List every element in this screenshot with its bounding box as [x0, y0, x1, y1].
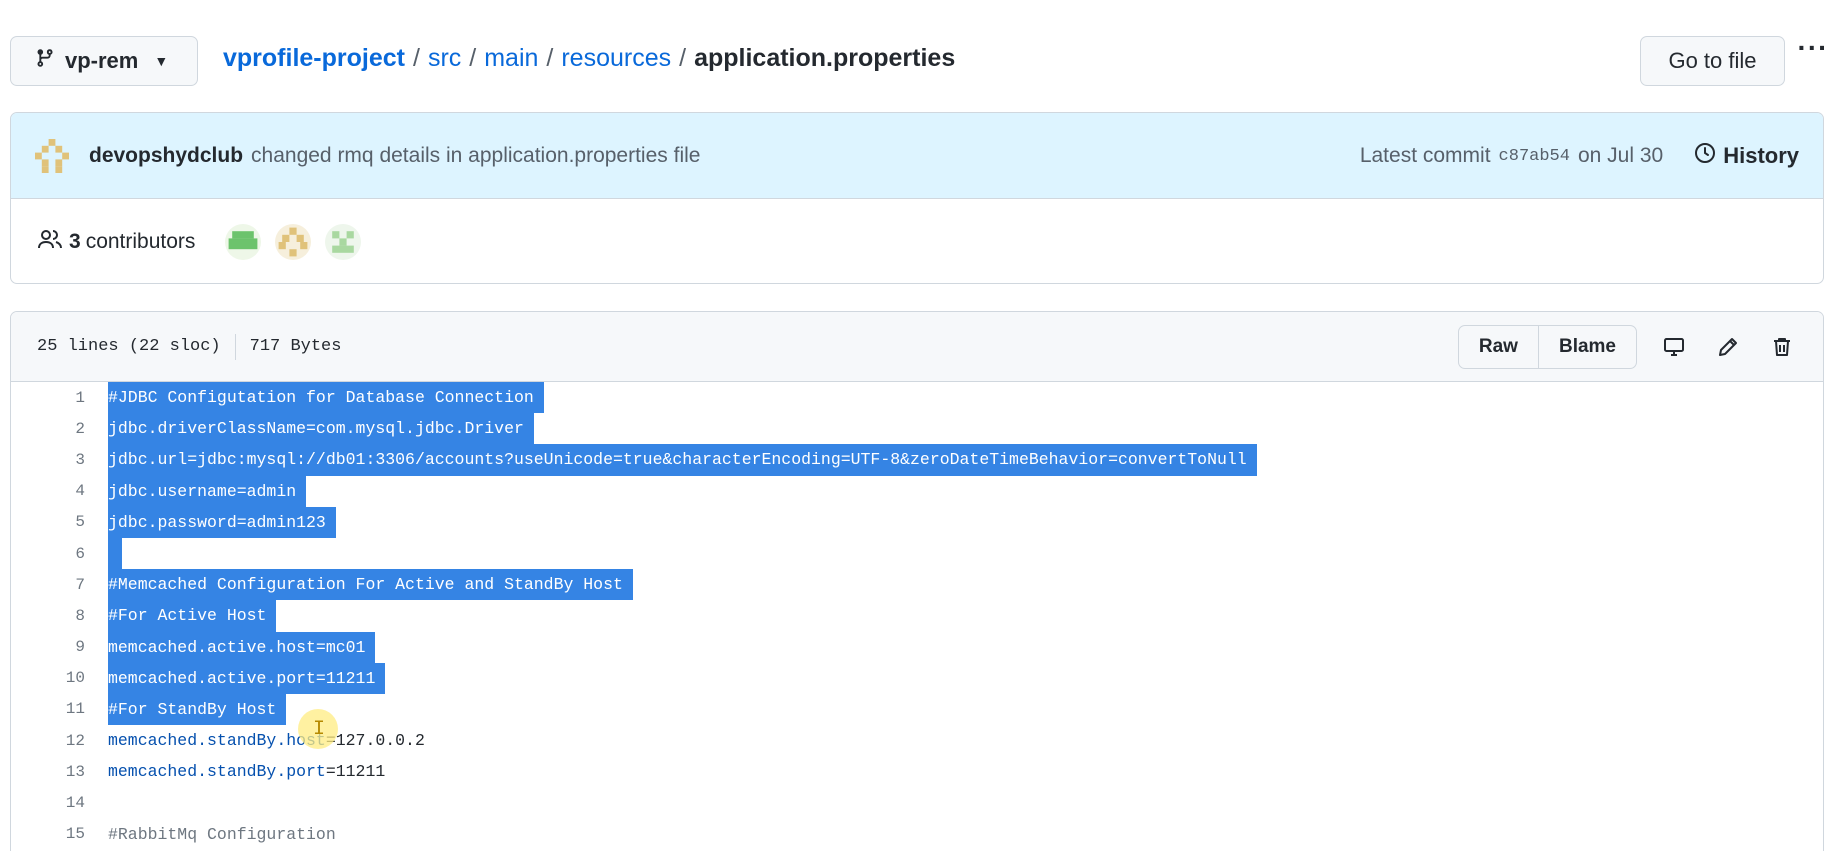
commit-message-link[interactable]: changed rmq details in application.prope… [251, 144, 700, 168]
breadcrumb-separator: / [546, 43, 554, 72]
code-text: jdbc.password=admin123 [108, 506, 336, 538]
code-line: 4 jdbc.username=admin [11, 475, 1823, 507]
contributors-label[interactable]: contributors [86, 230, 196, 254]
breadcrumb-separator: / [412, 43, 420, 72]
line-number[interactable]: 3 [11, 451, 97, 469]
raw-blame-group: Raw Blame [1457, 325, 1637, 369]
branch-name: vp-rem [65, 48, 139, 73]
code-text: #Memcached Configuration For Active and … [108, 569, 633, 601]
code-text: memcached.standBy.port=11211 [108, 756, 395, 787]
breadcrumb-link-main[interactable]: main [484, 44, 538, 73]
commit-meta: Latest commit c87ab54 on Jul 30 History [1360, 113, 1799, 199]
code-text [108, 537, 122, 570]
breadcrumb-current-file: application.properties [694, 43, 956, 72]
line-number[interactable]: 13 [11, 763, 97, 781]
code-line: 1 #JDBC Configutation for Database Conne… [11, 382, 1823, 414]
code-line: 10 memcached.active.port=11211 [11, 662, 1823, 694]
code-line: 8 #For Active Host [11, 600, 1823, 632]
latest-commit-label: Latest commit [1359, 144, 1491, 167]
breadcrumb-link-resources[interactable]: resources [561, 44, 671, 73]
avatar[interactable] [275, 224, 312, 260]
breadcrumb-repo-link[interactable]: vprofile-project [223, 44, 405, 73]
line-number[interactable]: 9 [11, 638, 97, 656]
contributors-count[interactable]: 3 [69, 230, 81, 254]
commit-date: on Jul 30 [1577, 144, 1664, 167]
desktop-icon[interactable] [1647, 335, 1701, 359]
property-key: memcached.standBy.host [108, 731, 326, 751]
breadcrumb-separator: / [469, 43, 477, 72]
code-text: #RabbitMq Configuration [108, 824, 336, 844]
code-text: memcached.standBy.host=127.0.0.2 [108, 725, 435, 756]
file-actions: Raw Blame [1457, 324, 1809, 370]
contributors-row: 3 contributors [11, 199, 1823, 283]
code-line: 15 #RabbitMq Configuration [11, 819, 1823, 850]
code-text: #For Active Host [108, 600, 277, 632]
avatar[interactable] [225, 224, 262, 260]
property-value: =11211 [325, 762, 386, 782]
code-text: jdbc.driverClassName=com.mysql.jdbc.Driv… [108, 413, 534, 445]
line-number[interactable]: 10 [11, 669, 97, 687]
code-text: jdbc.url=jdbc:mysql://db01:3306/accounts… [108, 444, 1257, 476]
code-view[interactable]: 1 #JDBC Configutation for Database Conne… [11, 382, 1823, 850]
more-options-icon[interactable]: ··· [1797, 34, 1829, 72]
file-lines-info: 25 lines (22 sloc) [37, 337, 221, 356]
text-cursor-icon: I [313, 718, 326, 741]
avatar[interactable] [325, 224, 362, 260]
breadcrumb-separator: / [679, 43, 687, 72]
history-button[interactable]: History [1693, 141, 1799, 171]
code-text: #JDBC Configutation for Database Connect… [108, 382, 544, 414]
file-header: 25 lines (22 sloc) 717 Bytes Raw Blame [11, 312, 1823, 382]
code-text: memcached.active.host=mc01 [108, 631, 376, 663]
line-number[interactable]: 6 [11, 545, 97, 563]
history-label: History [1723, 143, 1799, 168]
chevron-down-icon: ▼ [154, 53, 169, 69]
latest-commit-box: devopshydclub changed rmq details in app… [10, 112, 1824, 284]
code-line: 7 #Memcached Configuration For Active an… [11, 569, 1823, 601]
code-line: 5 jdbc.password=admin123 [11, 506, 1823, 538]
code-line: 9 memcached.active.host=mc01 [11, 631, 1823, 663]
trash-icon[interactable] [1755, 335, 1809, 359]
people-icon [37, 228, 63, 256]
line-number[interactable]: 2 [11, 420, 97, 438]
blame-button[interactable]: Blame [1537, 326, 1636, 368]
line-number[interactable]: 14 [11, 794, 97, 812]
git-branch-icon [35, 47, 55, 75]
line-number[interactable]: 5 [11, 513, 97, 531]
line-number[interactable]: 8 [11, 607, 97, 625]
breadcrumb: vprofile-project / src / main / resource… [223, 40, 955, 76]
code-text: jdbc.username=admin [108, 475, 307, 507]
line-number[interactable]: 12 [11, 732, 97, 750]
code-line: 2 jdbc.driverClassName=com.mysql.jdbc.Dr… [11, 413, 1823, 445]
history-icon [1693, 141, 1717, 171]
line-number[interactable]: 1 [11, 389, 97, 407]
line-number[interactable]: 4 [11, 482, 97, 500]
line-number[interactable]: 15 [11, 825, 97, 843]
commit-header: devopshydclub changed rmq details in app… [11, 113, 1823, 199]
file-size: 717 Bytes [249, 337, 342, 356]
contributor-avatars [225, 224, 362, 260]
go-to-file-button[interactable]: Go to file [1640, 36, 1785, 86]
breadcrumb-link-src[interactable]: src [428, 44, 461, 73]
commit-author-link[interactable]: devopshydclub [89, 144, 243, 168]
pencil-icon[interactable] [1701, 335, 1755, 359]
code-text: #For StandBy Host [108, 693, 287, 726]
code-text: memcached.active.port=11211 [108, 662, 386, 694]
code-line: 12 memcached.standBy.host=127.0.0.2 [11, 725, 1823, 756]
branch-select-button[interactable]: vp-rem ▼ [10, 36, 198, 86]
commit-hash-link[interactable]: c87ab54 [1499, 147, 1570, 166]
line-number[interactable]: 7 [11, 576, 97, 594]
code-line: 14 [11, 787, 1823, 818]
avatar[interactable] [35, 138, 69, 173]
file-viewer: 25 lines (22 sloc) 717 Bytes Raw Blame 1… [10, 311, 1824, 851]
code-line: 3 jdbc.url=jdbc:mysql://db01:3306/accoun… [11, 444, 1823, 476]
divider [234, 333, 236, 360]
raw-button[interactable]: Raw [1459, 326, 1538, 368]
line-number[interactable]: 11 [11, 700, 97, 718]
code-line: 13 memcached.standBy.port=11211 [11, 756, 1823, 787]
code-line: 6 [11, 537, 1823, 570]
property-key: memcached.standBy.port [108, 762, 326, 782]
code-line: 11 #For StandBy Host [11, 693, 1823, 726]
property-value: =127.0.0.2 [325, 731, 425, 751]
